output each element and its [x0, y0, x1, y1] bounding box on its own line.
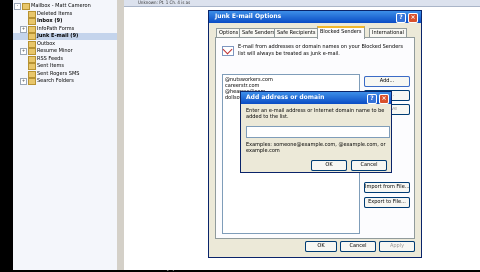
pane-divider[interactable] — [117, 0, 124, 270]
folder-item[interactable]: - Mailbox - Matt Cameron — [13, 3, 117, 10]
blocked-senders-description: E-mail from addresses or domain names on… — [238, 44, 403, 57]
add-dialog-title-bar[interactable]: Add address or domain ? × — [241, 92, 391, 104]
message-header-strip: Unknown: Pt. 1 Ch. 4 is as — [124, 0, 480, 7]
folder-label: Outbox — [37, 40, 56, 47]
folder-icon — [28, 10, 36, 18]
folder-label: Sent Rogers SMS — [37, 70, 80, 77]
tab-blocked-senders[interactable]: Blocked Senders — [317, 26, 365, 39]
folder-label: Inbox (9) — [37, 18, 63, 24]
folder-icon — [28, 48, 36, 55]
message-header-text: Unknown: Pt. 1 Ch. 4 is as — [138, 0, 191, 5]
expand-toggle-icon[interactable]: + — [20, 78, 27, 85]
folder-icon — [28, 33, 36, 40]
folder-label: InfoPath Forms — [37, 25, 75, 32]
folder-pane: - Mailbox - Matt Cameron Deleted Items Inbo… — [13, 0, 117, 270]
add-dialog-ok-button[interactable]: OK — [311, 160, 347, 171]
folder-label: Deleted Items — [37, 10, 73, 17]
folder-item[interactable]: Junk E-mail (9) — [13, 33, 117, 40]
address-input[interactable] — [246, 126, 390, 138]
folder-item[interactable]: Sent Items — [13, 63, 117, 70]
import-from-file-button[interactable]: Import from File... — [364, 182, 410, 193]
add-dialog-examples: Examples: someone@example.com, @example.… — [246, 142, 386, 154]
dialog-title: Junk E-mail Options — [215, 13, 282, 20]
folder-icon — [28, 25, 36, 33]
folder-icon — [28, 18, 36, 25]
help-icon[interactable]: ? — [396, 13, 406, 23]
folder-label: Resume Minor — [37, 48, 73, 54]
add-dialog-cancel-button[interactable]: Cancel — [351, 160, 387, 171]
expand-toggle-icon[interactable]: + — [20, 48, 27, 55]
folder-label: Sent Items — [37, 63, 64, 69]
add-dialog-prompt: Enter an e-mail address or Internet doma… — [246, 108, 385, 120]
folder-label: Junk E-mail (9) — [37, 33, 79, 39]
folder-icon — [22, 3, 30, 10]
folder-icon — [28, 63, 36, 70]
expand-toggle-icon[interactable]: + — [20, 25, 27, 33]
folder-item[interactable]: Sent Rogers SMS — [13, 70, 117, 78]
folder-item[interactable]: Outbox — [13, 40, 117, 48]
folder-item[interactable]: RSS Feeds — [13, 55, 117, 63]
folder-label: Search Folders — [37, 78, 74, 84]
folder-item[interactable]: Inbox (9) — [13, 18, 117, 25]
cancel-button[interactable]: Cancel — [340, 241, 376, 252]
blocked-mail-icon — [222, 46, 234, 56]
expand-toggle-icon[interactable]: - — [14, 3, 21, 10]
folder-label: RSS Feeds — [37, 55, 63, 62]
close-icon[interactable]: × — [379, 94, 389, 104]
folder-item[interactable]: + Resume Minor — [13, 48, 117, 55]
close-icon[interactable]: × — [408, 13, 418, 23]
folder-icon — [28, 55, 36, 63]
dialog-title-bar[interactable]: Junk E-mail Options ? × — [209, 11, 421, 23]
ok-button[interactable]: OK — [305, 241, 337, 252]
apply-button[interactable]: Apply — [379, 241, 415, 252]
folder-item[interactable]: + Search Folders — [13, 78, 117, 85]
add-dialog-title: Add address or domain — [246, 94, 325, 101]
add-address-dialog: Add address or domain ? × Enter an e-mai… — [240, 91, 392, 173]
folder-icon — [28, 70, 36, 78]
folder-icon — [28, 40, 36, 48]
folder-item[interactable]: Deleted Items — [13, 10, 117, 18]
help-icon[interactable]: ? — [367, 94, 377, 104]
add-button[interactable]: Add... — [364, 76, 410, 87]
folder-label: Mailbox - Matt Cameron — [31, 3, 91, 9]
folder-icon — [28, 78, 36, 85]
folder-item[interactable]: + InfoPath Forms — [13, 25, 117, 33]
export-to-file-button[interactable]: Export to File... — [364, 197, 410, 208]
